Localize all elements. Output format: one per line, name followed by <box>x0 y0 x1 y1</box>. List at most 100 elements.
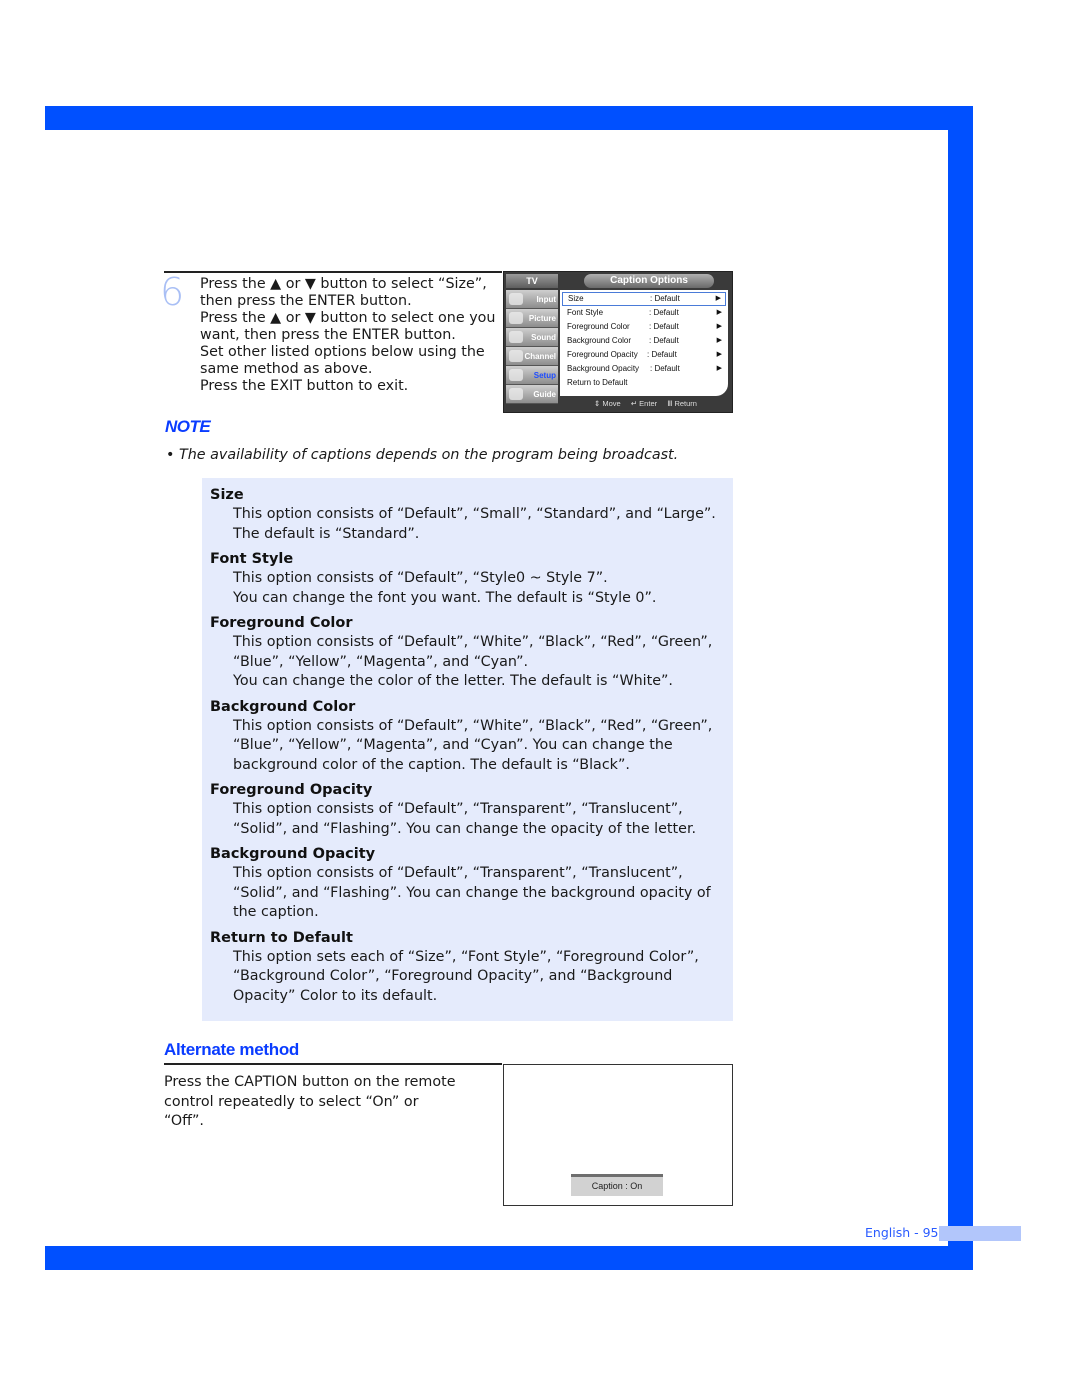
arrow-right-icon: ▶ <box>715 295 721 302</box>
osd-sidebar-input: Input <box>506 290 558 309</box>
arrow-right-icon: ▶ <box>716 351 722 358</box>
osd-footer: ⇕ Move ↵ Enter Ⅲ Return <box>594 397 730 411</box>
option-line: This option consists of “Default”, “Smal… <box>233 506 716 522</box>
osd-sidebar-setup: Setup <box>506 366 558 385</box>
option-heading-background-color: Background Color <box>210 698 356 715</box>
osd-row-label: Foreground Opacity <box>567 350 638 359</box>
alternate-method-heading: Alternate method <box>164 1040 299 1059</box>
osd-sidebar-sound: Sound <box>506 328 558 347</box>
arrow-right-icon: ▶ <box>716 309 722 316</box>
arrow-right-icon: ▶ <box>716 337 722 344</box>
step-line: Press the ▲ or ▼ button to select “Size”… <box>200 276 487 292</box>
osd-sidebar-channel: Channel <box>506 347 558 366</box>
osd-sidebar-label: Setup <box>533 371 556 380</box>
option-line: “Blue”, “Yellow”, “Magenta”, and “Cyan”.… <box>233 737 673 753</box>
osd-sidebar-label: Channel <box>524 352 556 361</box>
option-line: This option consists of “Default”, “Whit… <box>233 634 713 650</box>
option-body-foreground-opacity: This option consists of “Default”, “Tran… <box>210 800 733 839</box>
option-line: This option consists of “Default”, “Tran… <box>233 801 683 817</box>
option-body-background-opacity: This option consists of “Default”, “Tran… <box>210 864 733 923</box>
option-body-font-style: This option consists of “Default”, “Styl… <box>210 569 733 608</box>
step-line: Press the EXIT button to exit. <box>200 378 409 394</box>
osd-row-return-to-default: Return to Default <box>562 376 726 390</box>
step-number: 6 <box>160 270 185 314</box>
caption-status-osd: Caption : On <box>571 1174 663 1196</box>
option-heading-font-style: Font Style <box>210 551 294 567</box>
option-heading-foreground-opacity: Foreground Opacity <box>210 782 373 798</box>
step-line: Press the ▲ or ▼ button to select one yo… <box>200 310 496 326</box>
option-body-background-color: This option consists of “Default”, “Whit… <box>210 717 733 776</box>
input-icon <box>509 293 523 305</box>
option-line: This option consists of “Default”, “Styl… <box>233 570 608 586</box>
osd-row-value: : Default <box>650 294 680 303</box>
arrow-right-icon: ▶ <box>716 365 722 372</box>
sound-icon <box>509 331 523 343</box>
option-line: “Solid”, and “Flashing”. You can change … <box>233 884 711 901</box>
osd-row-label: Font Style <box>567 308 604 317</box>
channel-icon <box>509 350 523 362</box>
osd-sidebar-picture: Picture <box>506 309 558 328</box>
caption-screen-preview: Caption : On <box>503 1064 733 1206</box>
osd-row-foreground-opacity: Foreground Opacity: Default ▶ <box>562 348 726 362</box>
osd-return-hint: Ⅲ Return <box>667 399 697 408</box>
alternate-method-text: Press the CAPTION button on the remote c… <box>164 1073 484 1132</box>
option-line: background color of the caption. The def… <box>233 756 630 773</box>
osd-row-label: Size <box>568 294 584 303</box>
step-line: Set other listed options below using the <box>200 344 485 360</box>
step-line: same method as above. <box>200 361 373 377</box>
option-body-size: This option consists of “Default”, “Smal… <box>210 505 733 544</box>
step-divider <box>164 271 502 273</box>
option-body-foreground-color: This option consists of “Default”, “Whit… <box>210 633 733 692</box>
osd-row-background-color: Background Color : Default ▶ <box>562 334 726 348</box>
option-heading-return-to-default: Return to Default <box>210 929 353 946</box>
osd-row-foreground-color: Foreground Color: Default ▶ <box>562 320 726 334</box>
guide-icon <box>509 388 523 400</box>
option-line: This option consists of “Default”, “Tran… <box>233 865 683 881</box>
page-frame-bottom <box>45 1246 973 1270</box>
step-line: want, then press the ENTER button. <box>200 327 456 343</box>
osd-row-value: : Default <box>649 322 679 331</box>
option-line: “Background Color”, “Foreground Opacity”… <box>233 968 673 984</box>
osd-row-font-style: Font Style : Default ▶ <box>562 306 726 320</box>
osd-row-label: Return to Default <box>567 378 628 387</box>
option-line: “Solid”, and “Flashing”. You can change … <box>233 820 697 837</box>
osd-enter-hint: ↵ Enter <box>630 399 658 408</box>
option-line: “Blue”, “Yellow”, “Magenta”, and “Cyan”. <box>233 653 529 670</box>
osd-tv-label: TV <box>506 274 558 288</box>
caption-options-osd: TV Caption Options Input Picture Sound C… <box>503 271 733 413</box>
option-line: This option sets each of “Size”, “Font S… <box>233 948 699 965</box>
osd-sidebar-label: Input <box>536 295 556 304</box>
option-line: You can change the font you want. The de… <box>233 589 657 606</box>
osd-row-value: : Default <box>650 364 680 373</box>
osd-options-panel: Size : Default ▶ Font Style : Default ▶ Fore… <box>560 290 728 396</box>
option-heading-size: Size <box>210 487 244 503</box>
osd-row-value: : Default <box>649 336 679 345</box>
page-number: English - 95 <box>865 1225 939 1240</box>
osd-move-hint: ⇕ Move <box>594 399 621 408</box>
option-line: The default is “Standard”. <box>233 525 420 542</box>
osd-row-background-opacity: Background Opacity: Default ▶ <box>562 362 726 376</box>
osd-title: Caption Options <box>584 274 714 288</box>
option-line: This option consists of “Default”, “Whit… <box>233 717 713 734</box>
page-tab-marker <box>939 1226 1021 1241</box>
osd-row-label: Background Color <box>567 336 632 345</box>
options-description-box: Size This option consists of “Default”, … <box>202 478 733 1021</box>
alternate-method-divider <box>164 1063 502 1065</box>
option-line: Opacity” Color to its default. <box>233 987 438 1004</box>
arrow-right-icon: ▶ <box>716 323 722 330</box>
page-frame-right <box>948 106 973 1270</box>
option-heading-background-opacity: Background Opacity <box>210 846 376 862</box>
note-text: • The availability of captions depends o… <box>166 447 679 463</box>
osd-sidebar-label: Sound <box>531 333 556 342</box>
alternate-line: control repeatedly to select “On” or <box>164 1093 419 1110</box>
option-line: the caption. <box>233 904 319 920</box>
osd-sidebar-label: Picture <box>528 314 556 323</box>
alternate-line: “Off”. <box>164 1113 204 1129</box>
osd-row-size: Size : Default ▶ <box>562 292 726 306</box>
page-frame-top <box>45 106 973 130</box>
option-body-return-to-default: This option sets each of “Size”, “Font S… <box>210 948 733 1007</box>
osd-sidebar-guide: Guide <box>506 385 558 404</box>
step-instructions: Press the ▲ or ▼ button to select “Size”… <box>200 276 500 395</box>
osd-row-value: : Default <box>649 308 679 317</box>
picture-icon <box>509 312 523 324</box>
